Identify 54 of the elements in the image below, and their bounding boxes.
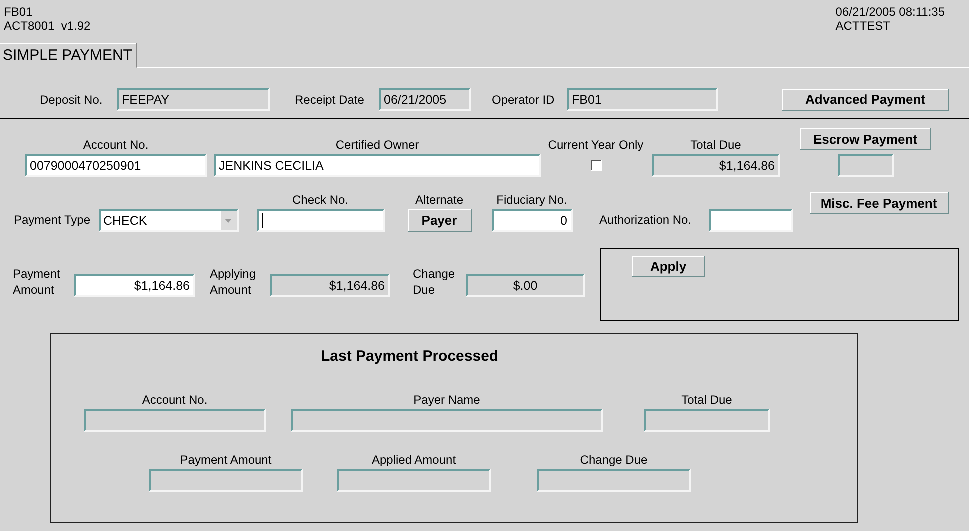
text-field[interactable]: FB01: [567, 88, 718, 111]
text-field[interactable]: 06/21/2005: [379, 88, 471, 111]
text-field[interactable]: FEEPAY: [117, 88, 270, 111]
field-label: Account No.: [142, 392, 208, 408]
field-label: Deposit No.: [40, 92, 104, 108]
payment-type-dropdown[interactable]: CHECK: [98, 209, 238, 232]
caret-icon: [225, 218, 232, 222]
header-text: FB01: [4, 5, 34, 19]
panel-title: Last Payment Processed: [321, 348, 499, 365]
field-label: Operator ID: [492, 92, 556, 108]
field-label: Total Due: [690, 137, 742, 153]
field-label: Authorization No.: [600, 212, 693, 229]
field-label: Alternate: [415, 192, 464, 208]
checkbox-label: Current Year Only: [548, 137, 644, 153]
field-label: Payment Amount: [13, 266, 62, 298]
output-field[interactable]: [537, 469, 691, 492]
escrow-payment-button[interactable]: Escrow Payment: [800, 128, 931, 150]
field-label: Payment Amount: [180, 452, 272, 468]
advanced-payment-button[interactable]: Advanced Payment: [782, 88, 949, 110]
applying-amount-field[interactable]: $1,164.86: [270, 274, 390, 297]
payer-button[interactable]: Payer: [408, 209, 472, 232]
header-text: 06/21/2005 08:11:35: [836, 5, 945, 19]
field-label: Payer Name: [414, 392, 480, 408]
owner-field[interactable]: JENKINS CECILIA: [214, 154, 541, 177]
checkbox[interactable]: [590, 160, 602, 171]
authorization-field[interactable]: [708, 209, 792, 232]
output-field[interactable]: [337, 469, 491, 492]
field-label: Receipt Date: [295, 92, 366, 108]
total-due-field[interactable]: $1,164.86: [652, 154, 780, 177]
field-label: Account No.: [83, 137, 149, 153]
header-text: ACT8001 v1.92: [4, 19, 91, 33]
fiduciary-number-field[interactable]: 0: [492, 209, 572, 232]
check-number-field[interactable]: [256, 209, 384, 232]
output-field[interactable]: [644, 409, 770, 432]
misc-fee-payment-button[interactable]: Misc. Fee Payment: [810, 192, 948, 214]
field-label: Applying Amount: [210, 266, 258, 298]
payment-amount-field[interactable]: $1,164.86: [74, 274, 195, 297]
header-text: ACTTEST: [836, 19, 892, 33]
field-label: Fiduciary No.: [496, 192, 568, 208]
change-due-field[interactable]: $.00: [466, 274, 585, 297]
output-field[interactable]: [84, 409, 266, 432]
account-number-field[interactable]: 0079000470250901: [25, 154, 207, 177]
field-label: Change Due: [413, 266, 456, 298]
tab[interactable]: SIMPLE PAYMENT: [0, 43, 138, 68]
field-label: Change Due: [580, 452, 648, 468]
field-label: Payment Type: [14, 212, 90, 229]
field-label: Certified Owner: [336, 137, 420, 153]
field-label: Applied Amount: [372, 452, 456, 468]
apply-button[interactable]: Apply: [632, 256, 705, 277]
field-label: Total Due: [682, 392, 732, 408]
field-label: Check No.: [292, 192, 349, 208]
output-field[interactable]: [149, 469, 303, 492]
text-field[interactable]: [838, 154, 894, 177]
output-field[interactable]: [291, 409, 603, 432]
